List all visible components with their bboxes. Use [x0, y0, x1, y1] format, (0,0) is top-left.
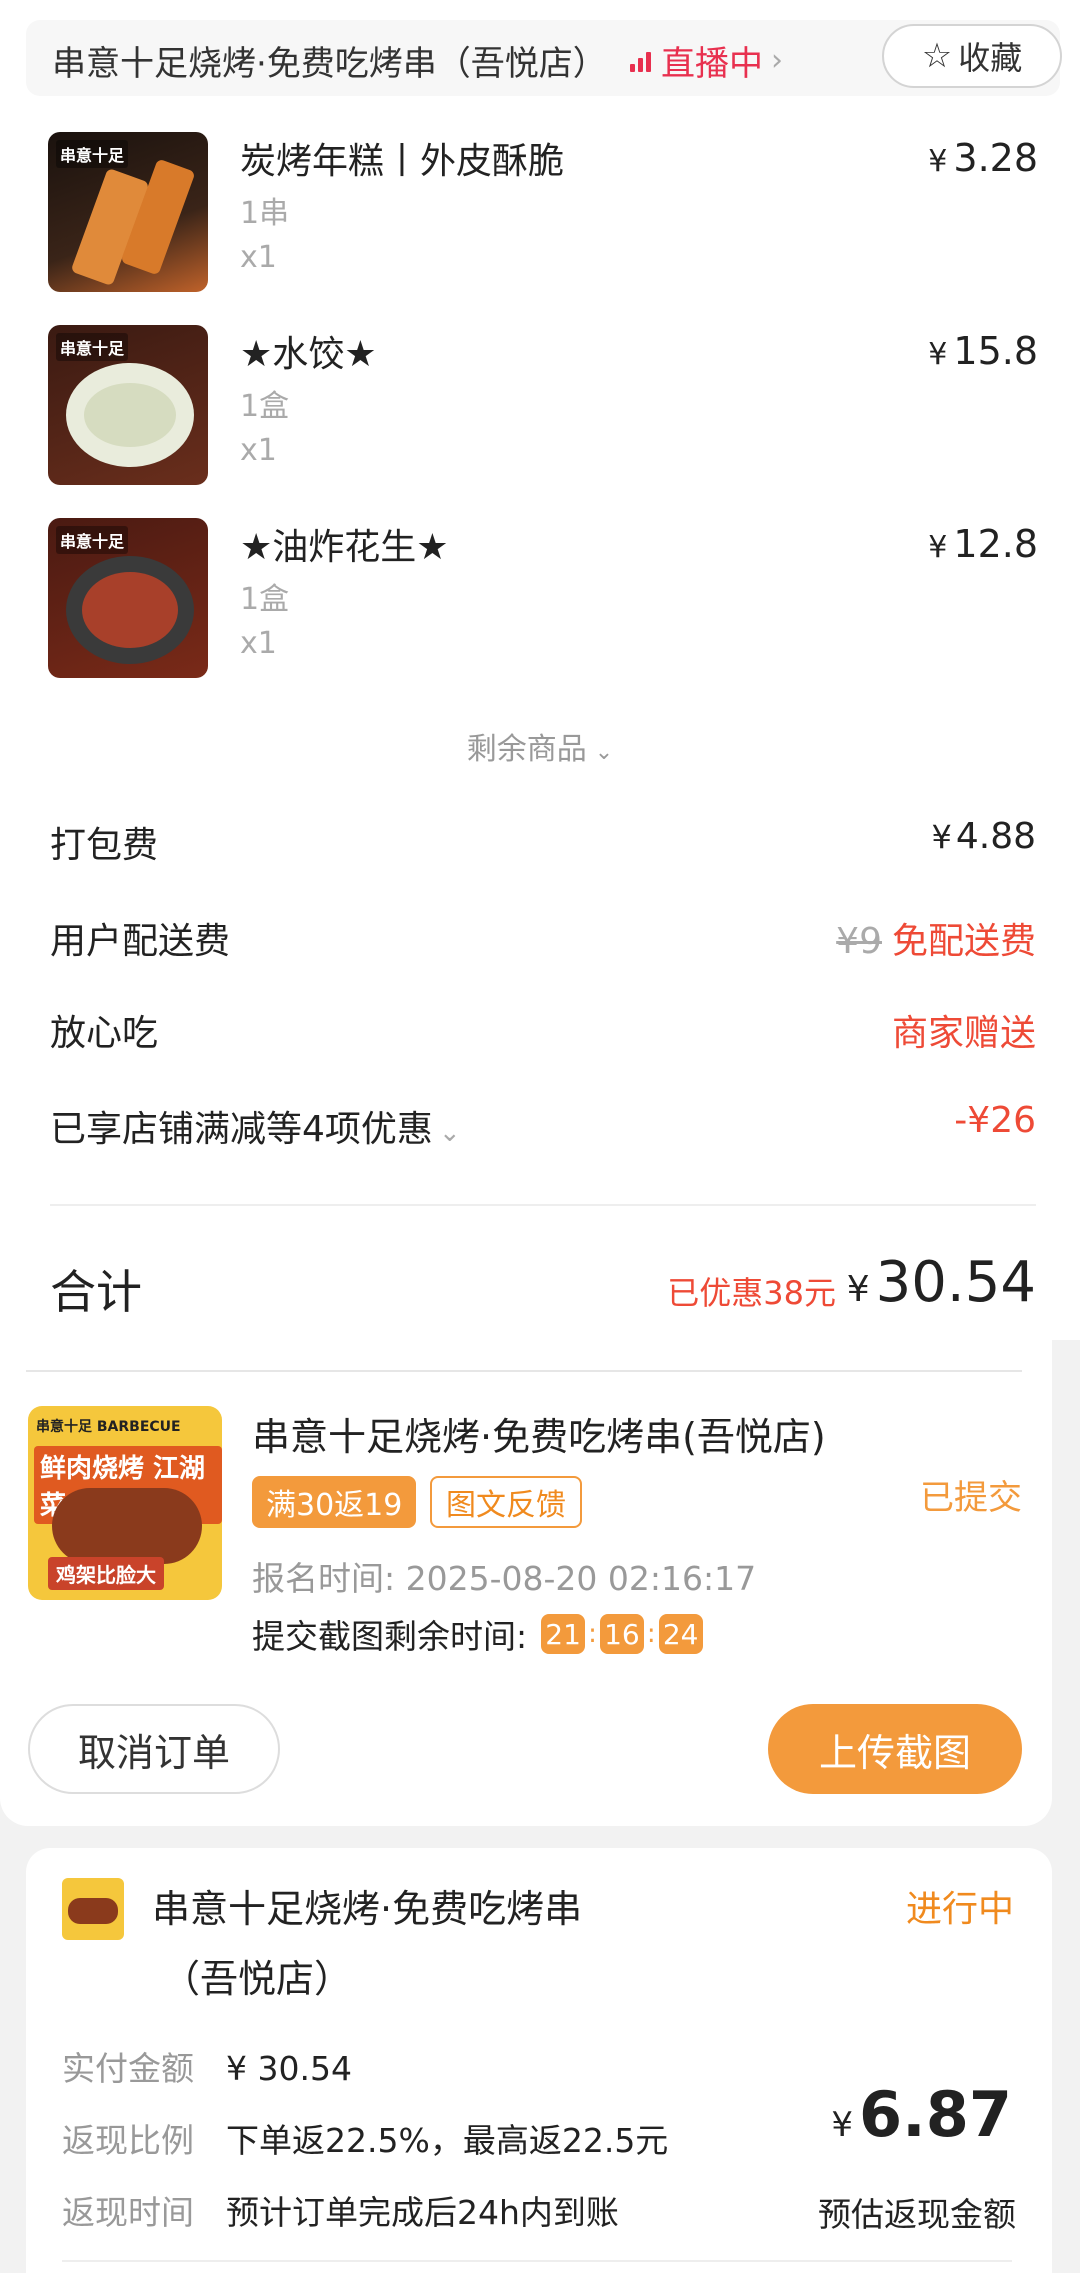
- chevron-down-icon: ⌄: [438, 1118, 461, 1148]
- item-name: ★油炸花生★: [240, 527, 449, 568]
- chevron-right-icon: ›: [771, 43, 783, 78]
- delivery-original-price: ¥9: [836, 921, 882, 962]
- divider: [26, 1370, 1022, 1372]
- packing-fee-label: 打包费: [50, 825, 159, 866]
- store-header[interactable]: 串意十足烧烤·免费吃烤串（吾悦店） 直播中 › ☆ 收藏: [26, 20, 1062, 96]
- info-value: 下单返22.5%，最高返22.5元: [226, 2121, 669, 2160]
- live-badge[interactable]: 直播中 ›: [630, 36, 783, 85]
- divider: [62, 2260, 1012, 2262]
- info-key: 返现比例: [62, 2121, 194, 2160]
- promo-store-title: 串意十足烧烤·免费吃烤串(吾悦店): [252, 1415, 826, 1459]
- info-row: 实付金额 ¥ 30.54: [62, 2042, 352, 2090]
- cashback-status: 进行中: [905, 1889, 1014, 1930]
- star-outline-icon: ☆: [921, 36, 953, 76]
- promo-task-card: 串意十足 BARBECUE 鲜肉烧烤 江湖菜 鸡架比脸大 串意十足烧烤·免费吃烤…: [0, 1340, 1052, 1826]
- promo-poster-image: 串意十足 BARBECUE 鲜肉烧烤 江湖菜 鸡架比脸大: [28, 1406, 222, 1600]
- favorite-label: 收藏: [958, 39, 1023, 77]
- thumb-brand-text: 串意十足: [56, 526, 129, 554]
- thumb-brand-text: 串意十足: [56, 333, 129, 361]
- discount-label[interactable]: 已享店铺满减等4项优惠 ⌄: [50, 1100, 461, 1152]
- total-row: 合计 已优惠38元 ¥30.54: [50, 1250, 1036, 1320]
- feedback-type-tag: 图文反馈: [430, 1476, 582, 1528]
- info-row: 返现比例 下单返22.5%，最高返22.5元: [62, 2114, 668, 2162]
- info-key: 实付金额: [62, 2049, 194, 2088]
- live-label: 直播中: [661, 44, 763, 84]
- signup-time: 报名时间: 2025-08-20 02:16:17: [252, 1559, 757, 1598]
- remaining-items-toggle[interactable]: 剩余商品 ⌄: [0, 724, 1080, 768]
- cancel-order-button[interactable]: 取消订单: [28, 1704, 280, 1794]
- item-quantity: x1: [240, 433, 277, 468]
- assurance-value: 商家赠送: [891, 1013, 1036, 1054]
- cashback-tag: 满30返19: [252, 1476, 417, 1528]
- item-thumbnail: 串意十足: [48, 518, 208, 678]
- item-price: ¥3.28: [928, 136, 1038, 180]
- store-logo: [62, 1878, 124, 1940]
- item-spec: 1盒: [240, 582, 290, 617]
- info-value: 预计订单完成后24h内到账: [226, 2193, 619, 2232]
- item-name: 炭烤年糕丨外皮酥脆: [240, 141, 565, 182]
- remaining-items-label: 剩余商品: [466, 732, 587, 767]
- assurance-row: 放心吃 商家赠送: [50, 1004, 1036, 1064]
- total-amount: ¥30.54: [846, 1250, 1036, 1315]
- store-name[interactable]: 串意十足烧烤·免费吃烤串（吾悦店）: [52, 36, 607, 85]
- item-quantity: x1: [240, 626, 277, 661]
- packing-fee-row: 打包费 ¥4.88: [50, 816, 1036, 876]
- order-item[interactable]: 串意十足 ★油炸花生★ 1盒 x1 ¥12.8: [48, 518, 1038, 678]
- order-item[interactable]: 串意十足 ★水饺★ 1盒 x1 ¥15.8: [48, 325, 1038, 485]
- item-price: ¥12.8: [928, 522, 1038, 566]
- favorite-button[interactable]: ☆ 收藏: [882, 24, 1062, 88]
- countdown-label: 提交截图剩余时间:: [252, 1617, 528, 1656]
- discount-row[interactable]: 已享店铺满减等4项优惠 ⌄ -¥26: [50, 1100, 1036, 1160]
- divider: [50, 1204, 1036, 1206]
- upload-screenshot-button[interactable]: 上传截图: [768, 1704, 1022, 1794]
- item-price: ¥15.8: [928, 329, 1038, 373]
- countdown-minutes: 16: [599, 1614, 644, 1654]
- info-key: 返现时间: [62, 2193, 194, 2232]
- countdown: 提交截图剩余时间: 21 : 16 : 24: [252, 1610, 703, 1658]
- cashback-store-title: 串意十足烧烤·免费吃烤串: [152, 1887, 583, 1931]
- item-quantity: x1: [240, 240, 277, 275]
- countdown-hours: 21: [541, 1614, 586, 1654]
- item-thumbnail: 串意十足: [48, 325, 208, 485]
- order-detail-card: 串意十足烧烤·免费吃烤串（吾悦店） 直播中 › ☆ 收藏 串意十足 炭烤年糕丨外…: [0, 0, 1080, 1340]
- info-row: 返现时间 预计订单完成后24h内到账: [62, 2186, 619, 2234]
- info-value: ¥ 30.54: [226, 2049, 352, 2088]
- poster-text: 鸡架比脸大: [48, 1557, 164, 1590]
- delivery-fee-value: ¥9 免配送费: [836, 921, 1036, 962]
- order-item[interactable]: 串意十足 炭烤年糕丨外皮酥脆 1串 x1 ¥3.28: [48, 132, 1038, 292]
- countdown-seconds: 24: [658, 1614, 703, 1654]
- thumb-brand-text: 串意十足: [56, 140, 129, 168]
- total-saved: 已优惠38元: [667, 1274, 836, 1312]
- delivery-fee-label: 用户配送费: [50, 921, 231, 962]
- delivery-fee-row: 用户配送费 ¥9 免配送费: [50, 912, 1036, 972]
- cashback-store-title-line2: （吾悦店）: [162, 1957, 353, 2001]
- chevron-down-icon: ⌄: [594, 740, 614, 765]
- cashback-card[interactable]: 串意十足烧烤·免费吃烤串 （吾悦店） 进行中 实付金额 ¥ 30.54 返现比例下…: [26, 1848, 1052, 2273]
- cashback-amount-label: 预估返现金额: [818, 2195, 1016, 2234]
- live-signal-icon: [630, 50, 651, 72]
- packing-fee-value: ¥4.88: [931, 816, 1036, 857]
- poster-text: 串意十足 BARBECUE: [36, 1419, 181, 1435]
- item-thumbnail: 串意十足: [48, 132, 208, 292]
- total-label: 合计: [50, 1265, 142, 1319]
- item-spec: 1盒: [240, 389, 290, 424]
- cashback-amount: ¥6.87: [831, 2078, 1012, 2151]
- promo-status: 已提交: [920, 1478, 1022, 1518]
- item-spec: 1串: [240, 196, 290, 231]
- discount-value: -¥26: [954, 1100, 1036, 1141]
- item-name: ★水饺★: [240, 334, 377, 375]
- assurance-label: 放心吃: [50, 1013, 159, 1054]
